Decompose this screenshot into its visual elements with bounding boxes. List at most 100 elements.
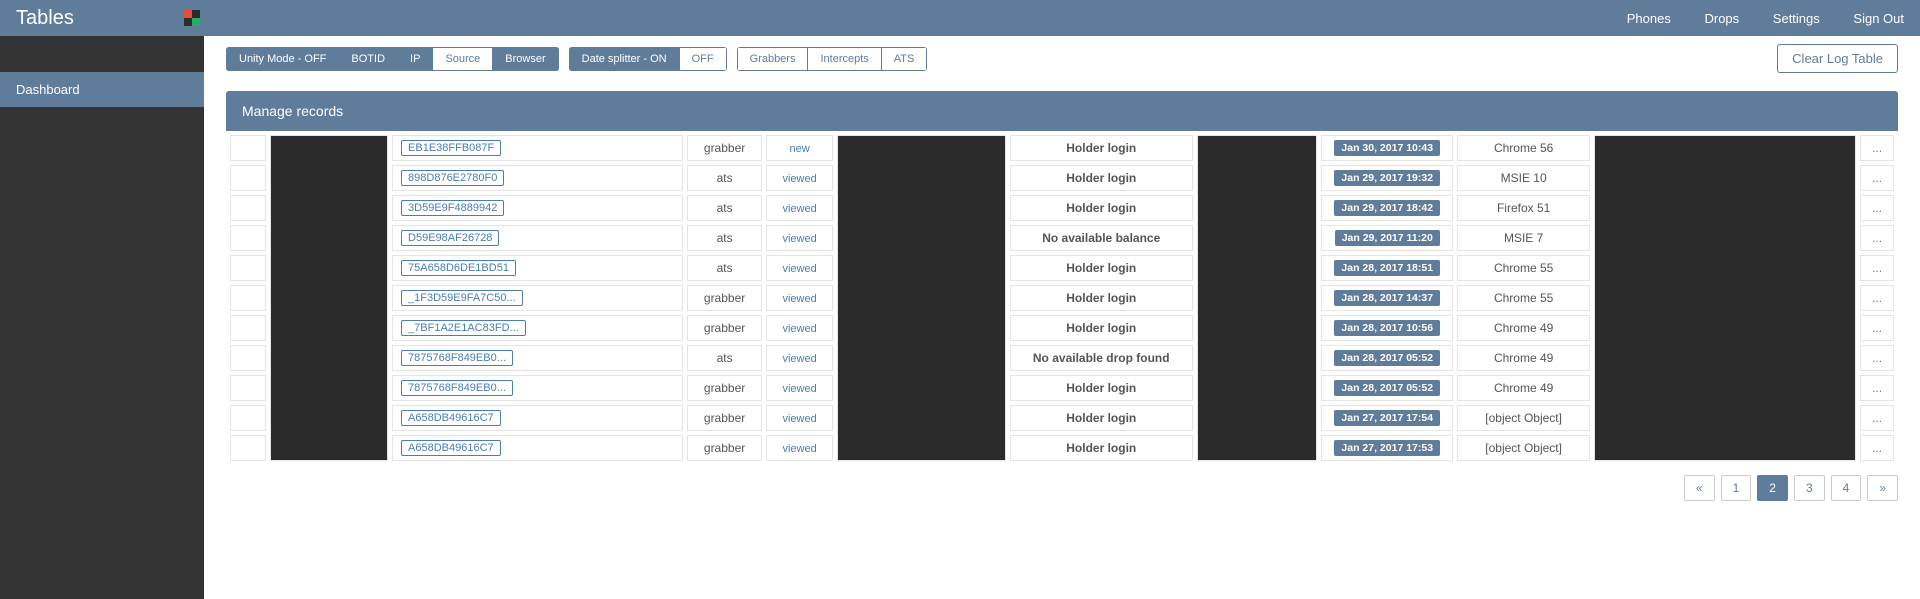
browser-text: Chrome 49 — [1457, 345, 1589, 371]
redacted-block — [270, 135, 388, 461]
btn-source[interactable]: Source — [432, 47, 492, 71]
record-id-link[interactable]: 898D876E2780F0 — [401, 170, 504, 186]
record-date-cell: Jan 28, 2017 14:37 — [1321, 285, 1453, 311]
holder-text: Holder login — [1010, 255, 1193, 281]
record-date-cell: Jan 28, 2017 18:51 — [1321, 255, 1453, 281]
page-2[interactable]: 2 — [1757, 475, 1788, 501]
record-id-link[interactable]: _1F3D59E9FA7C50... — [401, 290, 523, 306]
sidebar-item-dashboard[interactable]: Dashboard — [0, 72, 204, 107]
status-link[interactable]: viewed — [782, 203, 816, 215]
panel-title: Manage records — [226, 91, 1898, 131]
page-«[interactable]: « — [1684, 475, 1715, 501]
row-selector[interactable] — [230, 165, 266, 191]
toolbar-group-3: Grabbers Intercepts ATS — [737, 47, 928, 71]
row-menu-button[interactable]: ... — [1860, 435, 1894, 461]
record-id-link[interactable]: 75A658D6DE1BD51 — [401, 260, 516, 276]
row-selector[interactable] — [230, 135, 266, 161]
status-link[interactable]: viewed — [782, 263, 816, 275]
row-menu-button[interactable]: ... — [1860, 345, 1894, 371]
record-date-cell: Jan 29, 2017 18:42 — [1321, 195, 1453, 221]
status-link[interactable]: viewed — [782, 413, 816, 425]
row-selector[interactable] — [230, 405, 266, 431]
date-badge: Jan 28, 2017 10:56 — [1334, 320, 1440, 336]
row-menu-button[interactable]: ... — [1860, 285, 1894, 311]
btn-date-splitter-on[interactable]: Date splitter - ON — [569, 47, 679, 71]
row-selector[interactable] — [230, 345, 266, 371]
row-selector[interactable] — [230, 375, 266, 401]
status-link[interactable]: viewed — [782, 383, 816, 395]
status-link[interactable]: viewed — [782, 323, 816, 335]
record-id-link[interactable]: A658DB49616C7 — [401, 440, 501, 456]
table-row: EB1E38FFB087FgrabbernewHolder loginJan 3… — [230, 135, 1894, 161]
redacted-block — [1594, 135, 1856, 461]
btn-botid[interactable]: BOTID — [338, 47, 397, 71]
btn-date-splitter-off[interactable]: OFF — [679, 47, 727, 71]
record-status: viewed — [766, 255, 833, 281]
holder-text: Holder login — [1010, 435, 1193, 461]
record-id-link[interactable]: 3D59E9F4889942 — [401, 200, 504, 216]
row-menu-button[interactable]: ... — [1860, 195, 1894, 221]
record-id-link[interactable]: 7875768F849EB0... — [401, 350, 513, 366]
record-status: viewed — [766, 315, 833, 341]
page-1[interactable]: 1 — [1721, 475, 1752, 501]
row-selector[interactable] — [230, 255, 266, 281]
browser-text: Chrome 55 — [1457, 285, 1589, 311]
record-id-link[interactable]: A658DB49616C7 — [401, 410, 501, 426]
status-link[interactable]: viewed — [782, 233, 816, 245]
record-id-link[interactable]: 7875768F849EB0... — [401, 380, 513, 396]
row-menu-button[interactable]: ... — [1860, 225, 1894, 251]
btn-intercepts[interactable]: Intercepts — [807, 47, 880, 71]
btn-browser[interactable]: Browser — [492, 47, 558, 71]
holder-text: Holder login — [1010, 315, 1193, 341]
status-link[interactable]: viewed — [782, 173, 816, 185]
row-menu-button[interactable]: ... — [1860, 255, 1894, 281]
row-selector[interactable] — [230, 285, 266, 311]
record-id-cell: 7875768F849EB0... — [392, 375, 683, 401]
record-type: grabber — [687, 375, 762, 401]
record-id-link[interactable]: D59E98AF26728 — [401, 230, 499, 246]
date-badge: Jan 29, 2017 18:42 — [1334, 200, 1440, 216]
row-menu-button[interactable]: ... — [1860, 135, 1894, 161]
record-id-cell: 7875768F849EB0... — [392, 345, 683, 371]
browser-text: Chrome 49 — [1457, 315, 1589, 341]
date-badge: Jan 28, 2017 05:52 — [1334, 350, 1440, 366]
record-type: grabber — [687, 315, 762, 341]
btn-ip[interactable]: IP — [397, 47, 432, 71]
record-id-cell: 898D876E2780F0 — [392, 165, 683, 191]
nav-signout[interactable]: Sign Out — [1853, 11, 1904, 26]
row-menu-button[interactable]: ... — [1860, 165, 1894, 191]
record-id-cell: D59E98AF26728 — [392, 225, 683, 251]
page-3[interactable]: 3 — [1794, 475, 1825, 501]
row-selector[interactable] — [230, 195, 266, 221]
holder-text: No available balance — [1010, 225, 1193, 251]
row-menu-button[interactable]: ... — [1860, 375, 1894, 401]
record-id-link[interactable]: _7BF1A2E1AC83FD... — [401, 320, 526, 336]
record-type: ats — [687, 255, 762, 281]
top-bar: Tables Phones Drops Settings Sign Out — [0, 0, 1920, 36]
nav-settings[interactable]: Settings — [1773, 11, 1820, 26]
status-link[interactable]: new — [789, 143, 809, 155]
row-menu-button[interactable]: ... — [1860, 405, 1894, 431]
btn-ats[interactable]: ATS — [881, 47, 928, 71]
record-status: viewed — [766, 165, 833, 191]
page-»[interactable]: » — [1867, 475, 1898, 501]
page-4[interactable]: 4 — [1831, 475, 1862, 501]
row-selector[interactable] — [230, 225, 266, 251]
clear-log-button[interactable]: Clear Log Table — [1777, 44, 1898, 73]
date-badge: Jan 27, 2017 17:54 — [1334, 410, 1440, 426]
nav-drops[interactable]: Drops — [1704, 11, 1739, 26]
row-selector[interactable] — [230, 315, 266, 341]
row-selector[interactable] — [230, 435, 266, 461]
nav-phones[interactable]: Phones — [1627, 11, 1671, 26]
status-link[interactable]: viewed — [782, 443, 816, 455]
row-menu-button[interactable]: ... — [1860, 315, 1894, 341]
redacted-block — [1197, 135, 1317, 461]
record-id-link[interactable]: EB1E38FFB087F — [401, 140, 501, 156]
btn-grabbers[interactable]: Grabbers — [737, 47, 808, 71]
redacted-block — [837, 135, 1005, 461]
record-date-cell: Jan 27, 2017 17:54 — [1321, 405, 1453, 431]
record-date-cell: Jan 30, 2017 10:43 — [1321, 135, 1453, 161]
btn-unity-mode[interactable]: Unity Mode - OFF — [226, 47, 338, 71]
status-link[interactable]: viewed — [782, 353, 816, 365]
status-link[interactable]: viewed — [782, 293, 816, 305]
